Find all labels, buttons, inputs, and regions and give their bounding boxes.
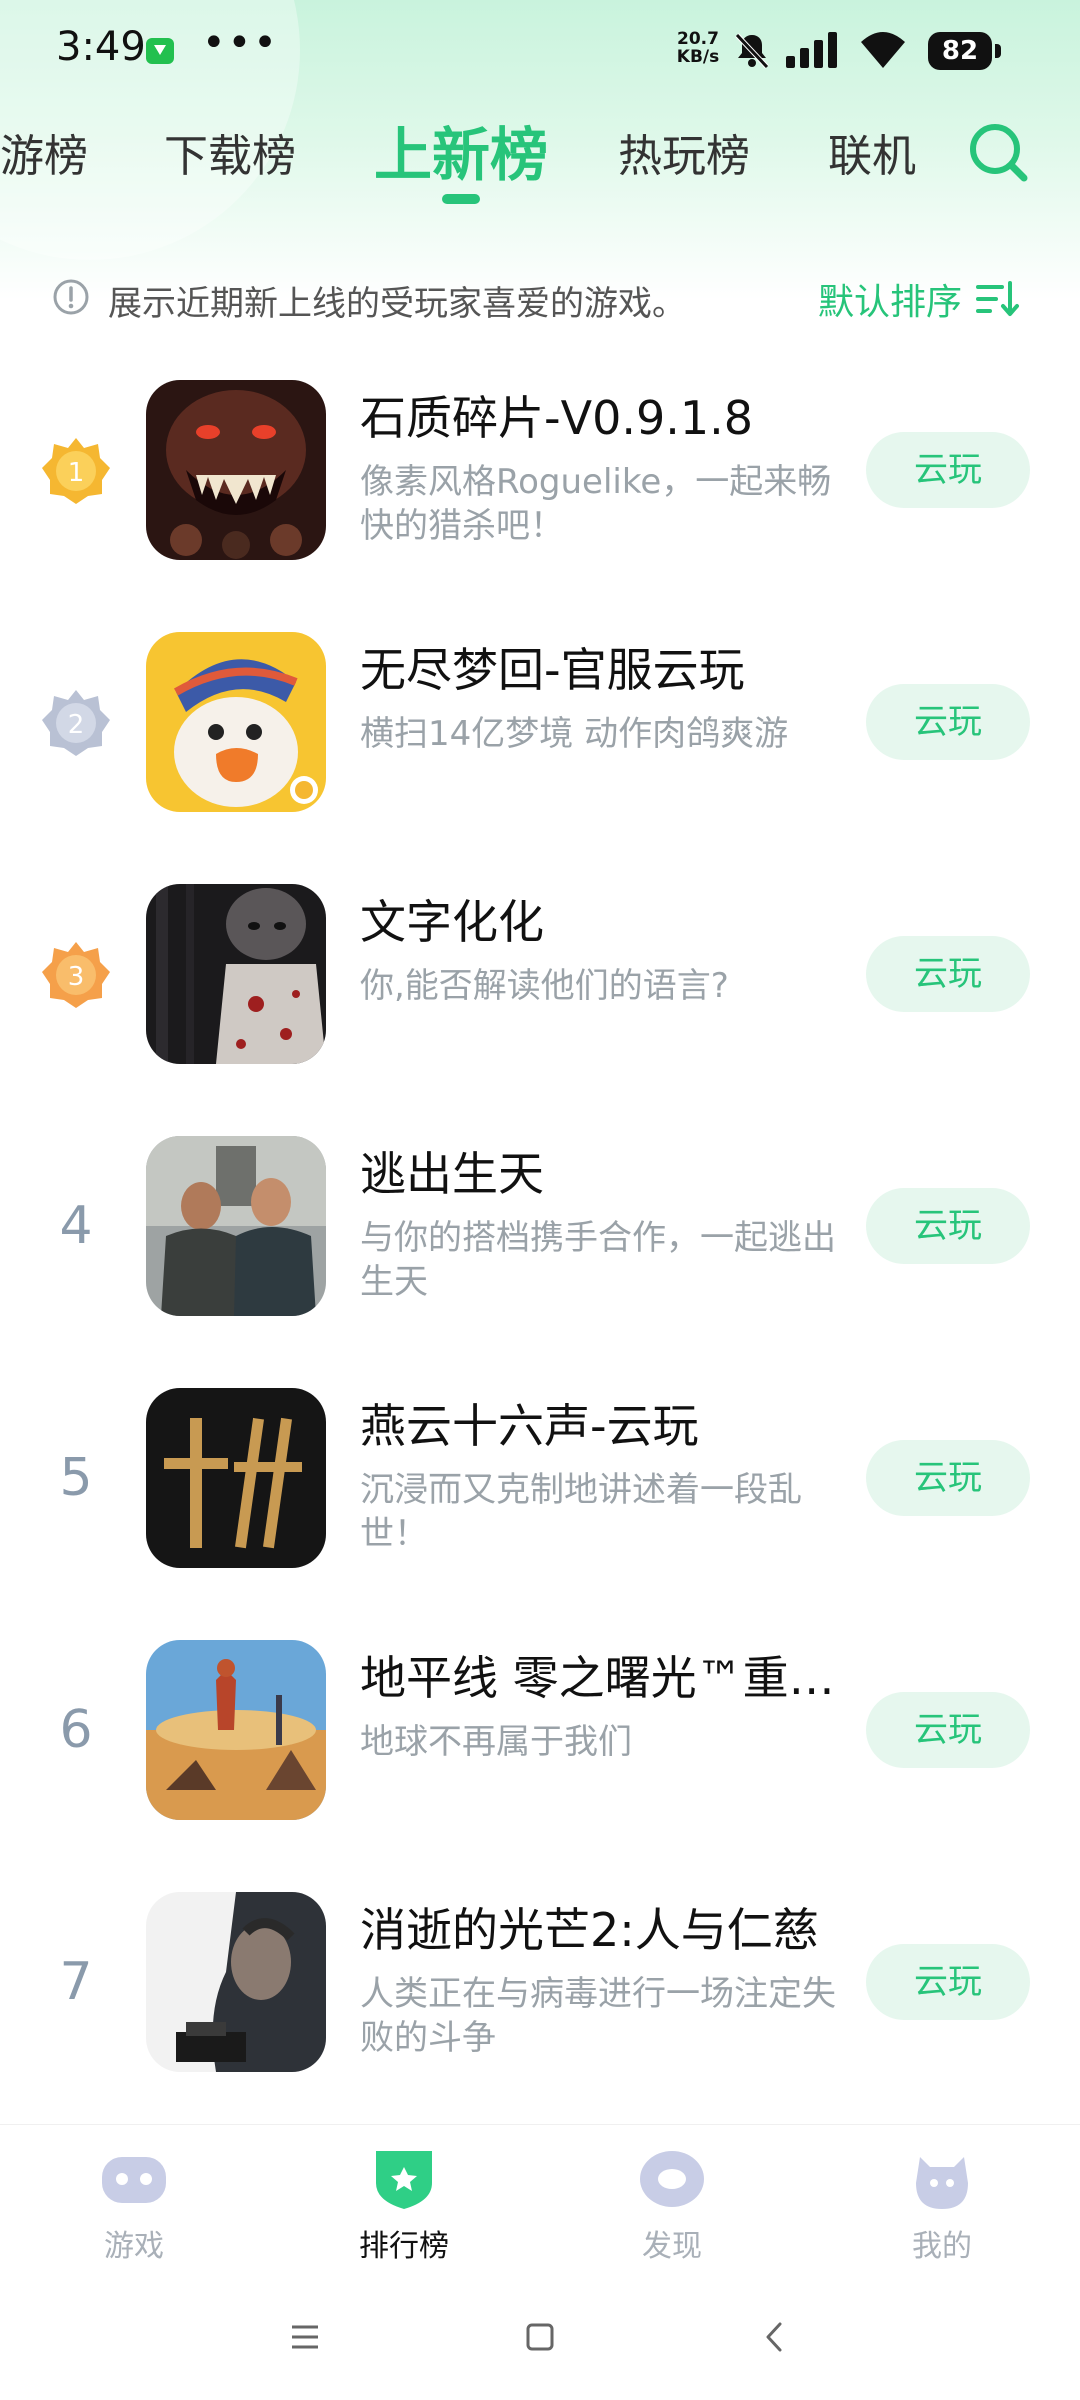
duck-game-icon [146, 632, 326, 812]
nav-discover[interactable]: 发现 [592, 2143, 752, 2265]
dying-light-game-icon [146, 1892, 326, 2072]
brush-logo-game-icon [146, 1388, 326, 1568]
info-row: 展示近期新上线的受玩家喜爱的游戏。 默认排序 [0, 262, 1080, 338]
nav-label: 我的 [912, 2229, 972, 2264]
info-icon [53, 279, 89, 315]
game-description: 与你的搭档携手合作，一起逃出生天 [360, 1218, 836, 1302]
gold-rank-badge-icon: 1 [42, 438, 110, 504]
horror-game-icon [146, 884, 326, 1064]
game-list-item[interactable]: 7 消逝的光芒2:人与仁慈 人类正在与病毒进行一场注定失败的斗争 云玩 [0, 1890, 1080, 2072]
nav-games[interactable]: 游戏 [54, 2143, 214, 2265]
gamepad-icon [102, 2157, 166, 2203]
rank-number: 2 [68, 710, 85, 740]
bottom-navigation: 游戏 排行榜 发现 我的 [0, 2124, 1080, 2275]
battery-indicator: 82 [928, 32, 1006, 70]
game-title: 无尽梦回-官服云玩 [360, 643, 745, 697]
home-icon[interactable] [515, 2312, 565, 2362]
tab-game-ranking[interactable]: 游榜 [0, 120, 88, 184]
rank-number: 3 [68, 962, 85, 992]
sort-icon [976, 281, 1020, 316]
sort-label: 默认排序 [818, 282, 963, 323]
back-icon[interactable] [750, 2312, 800, 2362]
discover-eye-icon [640, 2151, 704, 2207]
cloud-play-button[interactable]: 云玩 [866, 1692, 1030, 1768]
rank-number: 7 [59, 1952, 93, 2012]
battery-level: 82 [928, 32, 992, 70]
rank-number: 6 [59, 1700, 93, 1760]
game-description: 沉浸而又克制地讲述着一段乱世！ [360, 1470, 802, 1554]
tab-download-ranking[interactable]: 下载榜 [164, 120, 296, 184]
game-description: 横扫14亿梦境 动作肉鸽爽游 [360, 714, 789, 754]
game-list-item[interactable]: 1 石质碎片-V0.9.1.8 像素风格Roguelike，一起来畅快的猎杀吧！… [0, 378, 1080, 560]
nav-label: 游戏 [104, 2229, 164, 2264]
game-title: 消逝的光芒2:人与仁慈 [360, 1903, 819, 1957]
status-bar: 3:49 ••• 20.7 KB/s 82 [0, 0, 1080, 100]
network-speed: 20.7 KB/s [670, 30, 726, 66]
game-list-item[interactable]: 3 文字化化 你,能否解读他们的语言? 云玩 [0, 882, 1080, 1064]
cloud-play-button[interactable]: 云玩 [866, 1440, 1030, 1516]
game-description: 地球不再属于我们 [360, 1722, 632, 1762]
bronze-rank-badge-icon: 3 [42, 942, 110, 1008]
rank-number: 5 [59, 1448, 93, 1508]
status-time: 3:49 [56, 24, 146, 70]
game-list-item[interactable]: 4 逃出生天 与你的搭档携手合作，一起逃出生天 云玩 [0, 1134, 1080, 1316]
nav-ranking[interactable]: 排行榜 [324, 2143, 484, 2265]
game-list-item[interactable]: 5 燕云十六声-云玩 沉浸而又克制地讲述着一段乱世！ 云玩 [0, 1386, 1080, 1568]
mute-bell-icon [735, 33, 769, 69]
info-text: 展示近期新上线的受玩家喜爱的游戏。 [108, 284, 686, 324]
cloud-play-button[interactable]: 云玩 [866, 1188, 1030, 1264]
game-list-item[interactable]: 6 地平线 零之曙光™重制版 地球不再属于我们 云玩 [0, 1638, 1080, 1820]
silver-rank-badge-icon: 2 [42, 690, 110, 756]
ranking-tabs: 游榜 下载榜 上新榜 热玩榜 联机 [0, 100, 1080, 210]
cloud-play-button[interactable]: 云玩 [866, 936, 1030, 1012]
rank-number: 1 [68, 458, 85, 488]
tab-multiplayer[interactable]: 联机 [828, 120, 916, 184]
game-title: 逃出生天 [360, 1147, 544, 1201]
game-title: 地平线 零之曙光™重制版 [360, 1651, 842, 1705]
game-description: 你,能否解读他们的语言? [360, 966, 729, 1006]
ranking-shield-icon [376, 2151, 432, 2209]
tab-hot-ranking[interactable]: 热玩榜 [618, 120, 750, 184]
rank-number: 4 [59, 1196, 93, 1256]
network-speed-value: 20.7 [677, 29, 719, 49]
game-title: 燕云十六声-云玩 [360, 1399, 699, 1453]
profile-mascot-icon [916, 2157, 968, 2209]
wifi-icon [861, 32, 905, 68]
game-title: 石质碎片-V0.9.1.8 [360, 391, 753, 445]
monster-game-icon [146, 380, 326, 560]
game-description: 人类正在与病毒进行一场注定失败的斗争 [360, 1974, 836, 2058]
menu-icon[interactable] [280, 2312, 330, 2362]
cloud-play-button[interactable]: 云玩 [866, 432, 1030, 508]
battery-tip [995, 44, 1001, 58]
game-list-item[interactable]: 2 无尽梦回-官服云玩 横扫14亿梦境 动作肉鸽爽游 云玩 [0, 630, 1080, 812]
search-icon[interactable] [966, 120, 1030, 184]
signal-icon [786, 32, 837, 68]
cloud-play-button[interactable]: 云玩 [866, 684, 1030, 760]
tab-new-ranking[interactable]: 上新榜 [374, 108, 548, 192]
more-notifications-icon: ••• [202, 20, 279, 66]
active-tab-indicator [442, 194, 480, 204]
network-speed-unit: KB/s [676, 47, 720, 67]
horizon-game-icon [146, 1640, 326, 1820]
game-title: 文字化化 [360, 895, 544, 949]
sort-button[interactable]: 默认排序 [818, 274, 1020, 324]
cloud-play-button[interactable]: 云玩 [866, 1944, 1030, 2020]
system-navigation-bar [0, 2274, 1080, 2400]
nav-label: 排行榜 [359, 2229, 449, 2264]
escape-game-icon [146, 1136, 326, 1316]
game-description: 像素风格Roguelike，一起来畅快的猎杀吧！ [360, 462, 832, 546]
nav-profile[interactable]: 我的 [862, 2143, 1022, 2265]
app-notification-icon [146, 38, 174, 64]
nav-label: 发现 [642, 2229, 702, 2264]
